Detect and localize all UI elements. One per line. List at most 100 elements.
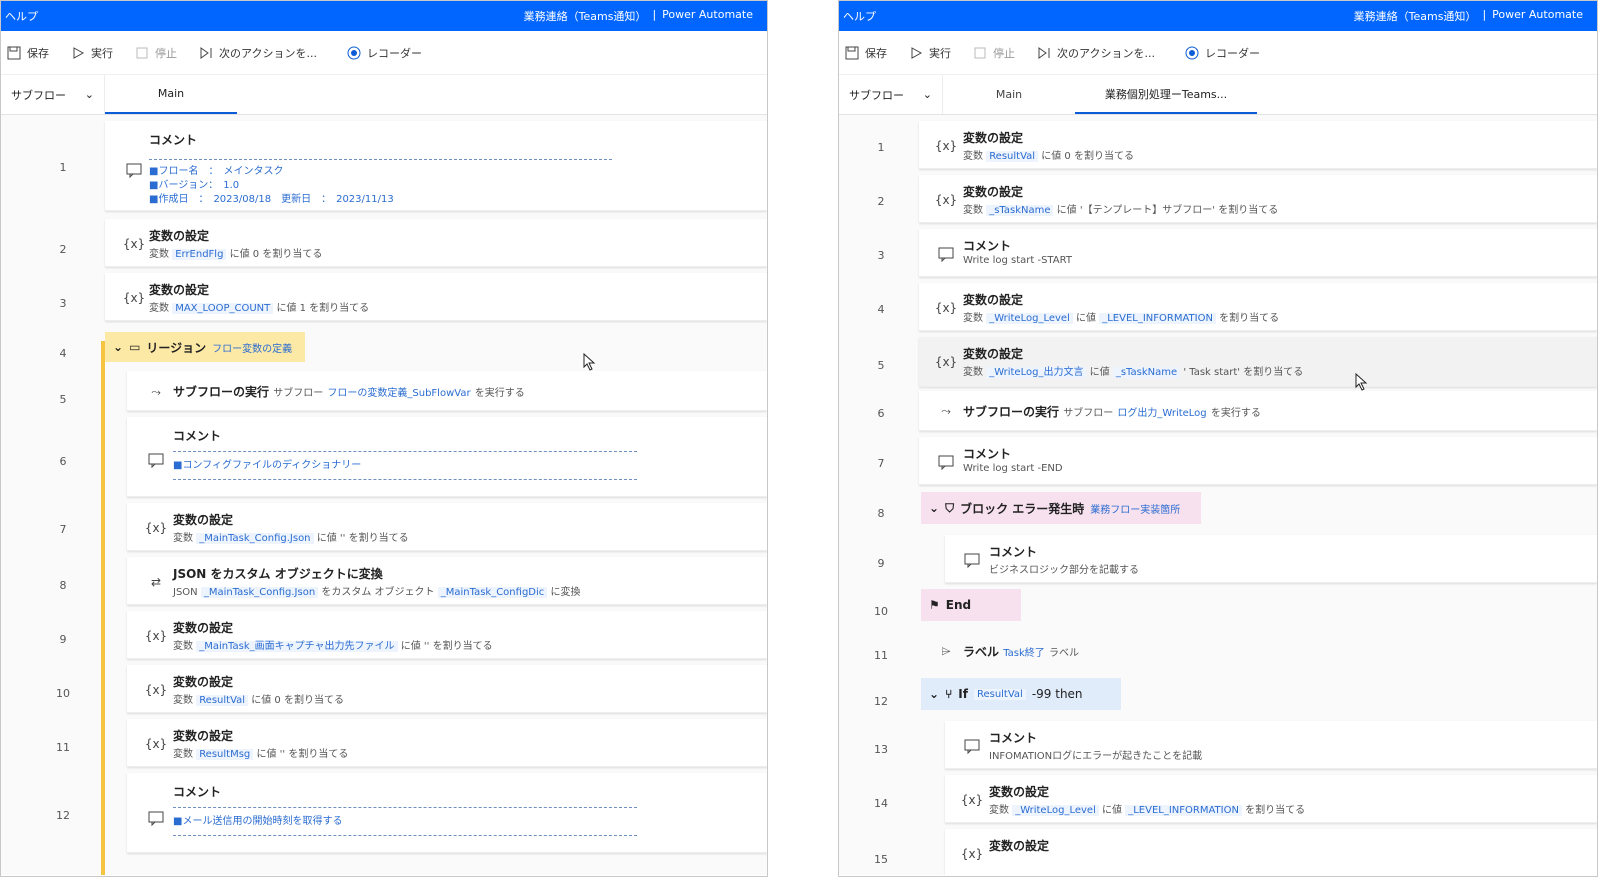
play-icon (909, 46, 923, 60)
variable-token: _MainTask_Config.Json (200, 587, 319, 598)
comment-divider (149, 159, 612, 160)
action-comment[interactable]: コメント ビジネスロジック部分を記載する (945, 535, 1597, 583)
action-line: サブフローの実行 サブフロー フローの変数定義_SubFlowVar を実行する (173, 383, 525, 400)
save-button[interactable]: 保存 (7, 45, 49, 61)
subflow-dropdown[interactable]: サブフロー ⌄ (1, 75, 105, 114)
action-comment[interactable]: コメント Write log start -START (919, 229, 1597, 277)
stop-icon (973, 46, 987, 60)
subflow-dropdown[interactable]: サブフロー ⌄ (839, 75, 943, 114)
detail-suffix: に値 '【テンプレート】サブフロー' を割り当てる (1056, 205, 1279, 216)
action-set-variable[interactable]: {x} 変数の設定 変数 ResultMsg に値 '' を割り当てる (127, 719, 767, 767)
action-set-variable[interactable]: {x} 変数の設定 変数 ErrEndFlg に値 0 を割り当てる (105, 219, 767, 267)
tab-subflow-teams[interactable]: 業務個別処理ーTeams... (1075, 75, 1257, 114)
tab-main[interactable]: Main (105, 75, 237, 114)
flag-icon: ⚑ (929, 598, 940, 612)
variable-token: _sTaskName (986, 205, 1054, 216)
comment-divider (173, 807, 637, 808)
line-number: 3 (59, 297, 67, 310)
tab-main[interactable]: Main (943, 75, 1075, 114)
action-title: コメント (963, 239, 1012, 253)
stop-button[interactable]: 停止 (973, 45, 1015, 61)
detail-suffix: ' Task start' を割り当てる (1183, 367, 1304, 378)
title-bar: ヘルプ 業務連絡（Teams通知） | Power Automate (839, 1, 1597, 31)
action-set-variable[interactable]: {x} 変数の設定 変数 _sTaskName に値 '【テンプレート】サブフロ… (919, 175, 1597, 223)
comment-line: ■バージョン： 1.0 (149, 180, 240, 191)
left-designer-window: ヘルプ 業務連絡（Teams通知） | Power Automate 保存 実行… (0, 0, 768, 877)
action-set-variable[interactable]: {x} 変数の設定 変数 ResultVal に値 0 を割り当てる (919, 121, 1597, 169)
action-title: 変数の設定 (173, 675, 234, 689)
action-title: 変数の設定 (989, 839, 1050, 853)
stop-button[interactable]: 停止 (135, 45, 177, 61)
line-number: 15 (874, 853, 888, 866)
action-title: 変数の設定 (149, 229, 210, 243)
action-set-variable[interactable]: {x} 変数の設定 変数 _MainTask_Config.Json に値 ''… (127, 503, 767, 551)
recorder-button[interactable]: レコーダー (1185, 45, 1260, 61)
action-set-variable[interactable]: {x} 変数の設定 変数 ResultVal に値 0 を割り当てる (127, 665, 767, 713)
run-button[interactable]: 実行 (71, 45, 113, 61)
line-number: 1 (877, 141, 885, 154)
comment-icon (147, 451, 165, 469)
next-action-button[interactable]: 次のアクションを... (199, 45, 317, 61)
action-comment[interactable]: コメント ■メール送信用の開始時刻を取得する (127, 773, 767, 853)
action-comment[interactable]: コメント INFOMATIONログにエラーが起きたことを記載 (945, 721, 1597, 769)
region-header[interactable]: ⌄ ▭ リージョン フロー変数の定義 (105, 332, 305, 362)
chevron-down-icon: ⌄ (929, 501, 940, 515)
variable-token: _LEVEL_INFORMATION (1099, 313, 1216, 324)
block-end[interactable]: ⚑ End (921, 589, 1021, 621)
line-number: 2 (59, 243, 67, 256)
save-button[interactable]: 保存 (845, 45, 887, 61)
action-json-convert[interactable]: ⇄ JSON をカスタム オブジェクトに変換 JSON _MainTask_Co… (127, 557, 767, 605)
action-run-subflow[interactable]: ⤳ サブフローの実行 サブフロー ログ出力_WriteLog を実行する (919, 391, 1597, 431)
action-title: リージョン (146, 340, 207, 355)
line-number: 6 (877, 407, 885, 420)
run-button[interactable]: 実行 (909, 45, 951, 61)
if-header[interactable]: ⌄ ⑂ If ResultVal -99 then (921, 678, 1121, 710)
action-comment[interactable]: コメント Write log start -END (919, 437, 1597, 485)
line-number: 4 (877, 303, 885, 316)
block-on-error-header[interactable]: ⌄ ⛉ ブロック エラー発生時 業務フロー実装箇所 (921, 492, 1201, 524)
action-comment[interactable]: コメント ■コンフィグファイルのディクショナリー (127, 417, 767, 497)
line-number: 11 (874, 649, 888, 662)
action-run-subflow[interactable]: ⤳ サブフローの実行 サブフロー フローの変数定義_SubFlowVar を実行… (127, 371, 767, 411)
variable-token: _WriteLog_出力文言 (986, 367, 1087, 378)
action-title: 変数の設定 (173, 729, 234, 743)
block-name: 業務フロー実装箇所 (1090, 504, 1181, 516)
action-set-variable[interactable]: {x} 変数の設定 変数 MAX_LOOP_COUNT に値 1 を割り当てる (105, 273, 767, 321)
help-menu[interactable]: ヘルプ (5, 8, 38, 24)
line-number: 11 (56, 741, 70, 754)
title-bar: ヘルプ 業務連絡（Teams通知） | Power Automate (1, 1, 767, 31)
chevron-down-icon: ⌄ (84, 88, 94, 101)
variable-icon: {x} (960, 793, 984, 807)
recorder-button[interactable]: レコーダー (347, 45, 422, 61)
action-set-variable[interactable]: {x} 変数の設定 変数 _WriteLog_Level に値 _LEVEL_I… (919, 283, 1597, 331)
chevron-down-icon: ⌄ (113, 340, 124, 354)
line-number: 10 (56, 687, 70, 700)
variable-token: ErrEndFlg (172, 249, 227, 260)
title-separator: | (652, 8, 657, 21)
action-comment[interactable]: コメント ■フロー名 ： メインタスク ■バージョン： 1.0 ■作成日 ： 2… (105, 121, 767, 211)
action-line: ラベル Task終了 ラベル (963, 643, 1079, 660)
action-title: コメント (173, 785, 222, 799)
step-icon (1037, 46, 1051, 60)
action-title: コメント (989, 545, 1038, 559)
detail-prefix: 変数 (173, 749, 193, 760)
variable-token: _MainTask_画面キャプチャ出力先ファイル (196, 641, 398, 652)
action-label[interactable]: ⌲ ラベル Task終了 ラベル (919, 631, 1597, 671)
next-action-button[interactable]: 次のアクションを... (1037, 45, 1155, 61)
action-set-variable[interactable]: {x} 変数の設定 変数 _WriteLog_出力文言 に値 _sTaskNam… (919, 337, 1597, 387)
mouse-cursor-icon (583, 353, 596, 371)
action-set-variable[interactable]: {x} 変数の設定 (945, 829, 1597, 875)
comment-icon (937, 245, 955, 263)
detail-middle: に値 (1089, 367, 1110, 378)
step-icon (199, 46, 213, 60)
action-set-variable[interactable]: {x} 変数の設定 変数 _MainTask_画面キャプチャ出力先ファイル に値… (127, 611, 767, 659)
action-set-variable[interactable]: {x} 変数の設定 変数 _WriteLog_Level に値 _LEVEL_I… (945, 775, 1597, 823)
action-title: 変数の設定 (173, 513, 234, 527)
help-menu[interactable]: ヘルプ (843, 8, 876, 24)
line-number: 7 (877, 457, 885, 470)
line-number: 8 (59, 579, 67, 592)
line-number: 9 (59, 633, 67, 646)
tab-subflow-label: 業務個別処理ーTeams... (1104, 87, 1228, 101)
if-condition: -99 then (1031, 687, 1083, 701)
save-label: 保存 (27, 46, 49, 60)
